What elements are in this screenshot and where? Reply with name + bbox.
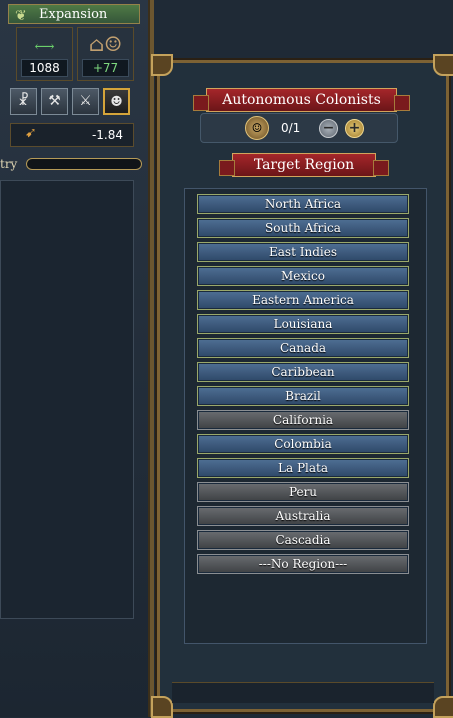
expansion-header: ❦ Expansion bbox=[8, 4, 140, 24]
colonization-panel: Autonomous Colonists ☺ 0/1 − + Target Re… bbox=[151, 54, 453, 718]
decrease-colonists-button[interactable]: − bbox=[319, 119, 338, 138]
region-button[interactable]: California bbox=[197, 410, 409, 430]
frame-corner bbox=[433, 696, 453, 718]
region-button[interactable]: Cascadia bbox=[197, 530, 409, 550]
pop-button-2[interactable]: ⚒ bbox=[41, 88, 68, 115]
settler-growth-value: +77 bbox=[82, 59, 129, 77]
pop-button-1[interactable]: ☧ bbox=[10, 88, 37, 115]
region-button[interactable]: Louisiana bbox=[197, 314, 409, 334]
expansion-panel: ❦ Expansion ⟷⌂ 1088 ⌂☺ +77 ☧ ⚒ ⚔ ☻ ➹ -1.… bbox=[0, 0, 154, 717]
region-button[interactable]: Mexico bbox=[197, 266, 409, 286]
region-button[interactable]: Peru bbox=[197, 482, 409, 502]
tariff-value: -1.84 bbox=[91, 128, 123, 142]
frame-corner bbox=[151, 54, 173, 76]
settlers-icon: ⌂☺ bbox=[88, 32, 123, 56]
coin-arrow-icon: ➹ bbox=[25, 125, 37, 141]
people-icon: ☧ bbox=[18, 93, 29, 109]
region-button[interactable]: Brazil bbox=[197, 386, 409, 406]
pop-button-4[interactable]: ☻ bbox=[103, 88, 130, 115]
soldier-icon: ⚔ bbox=[79, 93, 92, 109]
region-button[interactable]: ---No Region--- bbox=[197, 554, 409, 574]
country-progress-bar bbox=[26, 158, 142, 170]
panel-footer bbox=[172, 682, 434, 703]
region-button[interactable]: Eastern America bbox=[197, 290, 409, 310]
region-button[interactable]: Canada bbox=[197, 338, 409, 358]
colonial-range-value: 1088 bbox=[21, 59, 68, 77]
region-button[interactable]: East Indies bbox=[197, 242, 409, 262]
region-button[interactable]: Australia bbox=[197, 506, 409, 526]
autonomous-colonists-banner: Autonomous Colonists bbox=[193, 88, 410, 112]
region-list: North Africa South Africa East Indies Mexic… bbox=[197, 194, 409, 578]
expansion-list-area bbox=[0, 180, 134, 619]
colonist-icon: ☻ bbox=[110, 94, 123, 110]
colonist-control: ☺ 0/1 − + bbox=[200, 113, 398, 143]
frame-corner bbox=[151, 696, 173, 718]
region-button[interactable]: Colombia bbox=[197, 434, 409, 454]
pop-button-3[interactable]: ⚔ bbox=[72, 88, 99, 115]
frame-corner bbox=[433, 54, 453, 76]
expansion-title: Expansion bbox=[39, 7, 108, 22]
leaf-icon: ❦ bbox=[15, 8, 27, 24]
colonist-count: 0/1 bbox=[281, 121, 301, 135]
workers-icon: ⚒ bbox=[48, 93, 61, 109]
tariff-row[interactable]: ➹ -1.84 bbox=[10, 123, 134, 147]
region-button[interactable]: North Africa bbox=[197, 194, 409, 214]
colonist-portrait-icon: ☺ bbox=[245, 116, 269, 140]
country-label: try bbox=[0, 157, 18, 171]
region-button[interactable]: South Africa bbox=[197, 218, 409, 238]
region-list-box: North Africa South Africa East Indies Mexic… bbox=[184, 188, 427, 644]
increase-colonists-button[interactable]: + bbox=[345, 119, 364, 138]
settler-growth-box[interactable]: ⌂☺ +77 bbox=[77, 27, 134, 81]
region-button[interactable]: La Plata bbox=[197, 458, 409, 478]
target-region-banner: Target Region bbox=[219, 153, 389, 177]
colonial-range-box[interactable]: ⟷⌂ 1088 bbox=[16, 27, 73, 81]
region-button[interactable]: Caribbean bbox=[197, 362, 409, 382]
